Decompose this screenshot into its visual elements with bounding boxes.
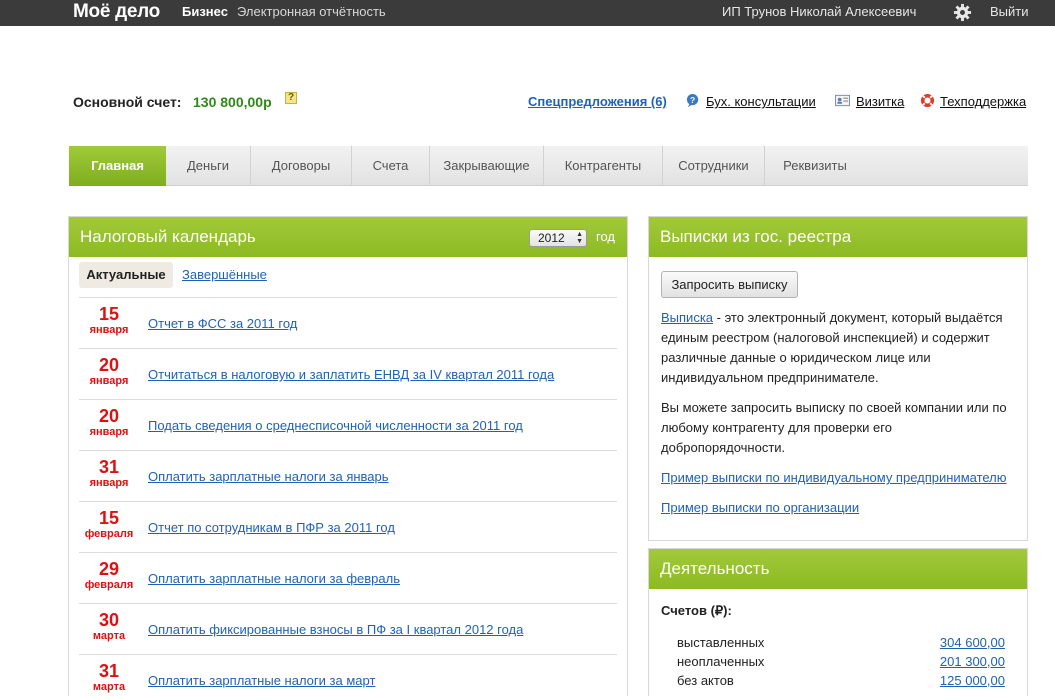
tab-contracts[interactable]: Договоры xyxy=(251,146,352,186)
calendar-day: 15 xyxy=(98,508,120,528)
calendar-item: 15 февраля Отчет по сотрудникам в ПФР за … xyxy=(79,501,617,552)
calendar-item: 31 марта Оплатить зарплатные налоги за ма… xyxy=(79,654,617,696)
consultations-link[interactable]: Бух. консультации xyxy=(706,94,816,109)
year-value: 2012 xyxy=(538,231,565,245)
invoices-label: Счетов (₽): xyxy=(661,603,732,618)
calendar-day: 31 xyxy=(98,457,120,477)
tab-requisites[interactable]: Реквизиты xyxy=(765,146,865,186)
registry-note: Вы можете запросить выписку по своей ком… xyxy=(661,398,1016,458)
calendar-day: 31 xyxy=(98,661,120,681)
tab-invoices[interactable]: Счета xyxy=(352,146,430,186)
calendar-day: 15 xyxy=(98,304,120,324)
filter-actual[interactable]: Актуальные xyxy=(79,262,173,288)
registry-desc-line: различные данные о юридическом лице или xyxy=(661,350,931,365)
calendar-date: 15 февраля xyxy=(79,508,139,541)
activity-row-label: без актов xyxy=(677,673,734,688)
calendar-date: 20 января xyxy=(79,406,139,439)
account-label: Основной счет: xyxy=(73,94,182,110)
registry-note-line: Вы можете запросить выписку по своей ком… xyxy=(661,400,1007,415)
calendar-task-link[interactable]: Подать сведения о среднесписочной числен… xyxy=(148,418,523,433)
activity-row-label: выставленных xyxy=(677,635,765,650)
calendar-item: 15 января Отчет в ФСС за 2011 год xyxy=(79,297,617,348)
select-arrows-icon: ▲ ▼ xyxy=(576,231,583,245)
support-link[interactable]: Техподдержка xyxy=(940,94,1026,109)
filter-completed[interactable]: Завершённые xyxy=(182,267,267,282)
calendar-item: 30 марта Оплатить фиксированные взносы в … xyxy=(79,603,617,654)
calendar-month: января xyxy=(89,375,129,387)
account-balance: 130 800,00р xyxy=(193,94,272,110)
example-org-link[interactable]: Пример выписки по организации xyxy=(661,500,859,515)
registry-title: Выписки из гос. реестра xyxy=(649,217,1027,257)
calendar-task-link[interactable]: Оплатить зарплатные налоги за январь xyxy=(148,469,389,484)
calendar-date: 31 марта xyxy=(79,661,139,694)
logout-link[interactable]: Выйти xyxy=(990,0,1029,24)
calendar-month: марта xyxy=(92,681,126,693)
calendar-day: 20 xyxy=(98,355,120,375)
calendar-date: 29 февраля xyxy=(79,559,139,592)
user-name[interactable]: ИП Трунов Николай Алексеевич xyxy=(722,0,916,24)
activity-row-value[interactable]: 304 600,00 xyxy=(940,635,1005,650)
activity-title: Деятельность xyxy=(649,549,1027,589)
calendar-month: января xyxy=(89,426,129,438)
special-offers-link[interactable]: Спецпредложения (6) xyxy=(528,94,667,109)
registry-desc-line: индивидуальном предпринимателе. xyxy=(661,370,879,385)
activity-row-value[interactable]: 201 300,00 xyxy=(940,654,1005,669)
tab-main[interactable]: Главная xyxy=(69,146,166,186)
calendar-task-link[interactable]: Оплатить зарплатные налоги за март xyxy=(148,673,375,688)
logo[interactable]: Моё дело xyxy=(73,0,160,26)
calendar-date: 31 января xyxy=(79,457,139,490)
calendar-month: февраля xyxy=(84,579,134,591)
request-extract-button[interactable]: Запросить выписку xyxy=(661,271,798,298)
tab-employees[interactable]: Сотрудники xyxy=(663,146,765,186)
calendar-month: января xyxy=(89,324,129,336)
calendar-day: 30 xyxy=(98,610,120,630)
calendar-task-link[interactable]: Отчет по сотрудникам в ПФР за 2011 год xyxy=(148,520,395,535)
calendar-date: 15 января xyxy=(79,304,139,337)
business-card-link[interactable]: Визитка xyxy=(856,94,904,109)
calendar-month: марта xyxy=(92,630,126,642)
calendar-day: 29 xyxy=(98,559,120,579)
business-card-icon xyxy=(835,94,850,107)
year-select[interactable]: 2012 ▲ ▼ xyxy=(529,229,587,247)
registry-description: Выписка - это электронный документ, кото… xyxy=(661,308,1016,388)
tab-counterparties[interactable]: Контрагенты xyxy=(544,146,663,186)
activity-row-value[interactable]: 125 000,00 xyxy=(940,673,1005,688)
calendar-task-link[interactable]: Оплатить фиксированные взносы в ПФ за I … xyxy=(148,622,523,637)
tab-closing-docs[interactable]: Закрывающие xyxy=(430,146,544,186)
calendar-item: 31 января Оплатить зарплатные налоги за я… xyxy=(79,450,617,501)
nav-business[interactable]: Бизнес xyxy=(182,0,228,24)
calendar-item: 20 января Подать сведения о среднесписочн… xyxy=(79,399,617,450)
calendar-task-link[interactable]: Отчитаться в налоговую и заплатить ЕНВД … xyxy=(148,367,554,382)
calendar-month: февраля xyxy=(84,528,134,540)
calendar-task-link[interactable]: Оплатить зарплатные налоги за февраль xyxy=(148,571,400,586)
calendar-month: января xyxy=(89,477,129,489)
top-bar: Моё дело Бизнес Электронная отчётность И… xyxy=(0,0,1055,26)
registry-desc-line: единым реестром (налоговой инспекцией) и… xyxy=(661,330,990,345)
calendar-task-link[interactable]: Отчет в ФСС за 2011 год xyxy=(148,316,297,331)
lifebuoy-icon xyxy=(920,93,935,108)
nav-e-reporting[interactable]: Электронная отчётность xyxy=(237,0,386,24)
year-suffix: год xyxy=(596,229,615,244)
question-icon: ? xyxy=(686,93,699,108)
registry-note-line: добропорядочности. xyxy=(661,440,786,455)
registry-desc-line: - это электронный документ, который выда… xyxy=(713,310,1003,325)
extract-link[interactable]: Выписка xyxy=(661,310,713,325)
calendar-item: 20 января Отчитаться в налоговую и заплат… xyxy=(79,348,617,399)
calendar-day: 20 xyxy=(98,406,120,426)
example-ip-link[interactable]: Пример выписки по индивидуальному предпр… xyxy=(661,470,1007,485)
help-icon[interactable]: ? xyxy=(285,92,297,104)
calendar-item: 29 февраля Оплатить зарплатные налоги за … xyxy=(79,552,617,603)
activity-row-label: неоплаченных xyxy=(677,654,765,669)
main-tabs: Главная Деньги Договоры Счета Закрывающи… xyxy=(69,146,1028,186)
gear-icon[interactable] xyxy=(953,3,972,22)
calendar-date: 20 января xyxy=(79,355,139,388)
registry-note-line: любому контрагенту для проверки его xyxy=(661,420,892,435)
calendar-date: 30 марта xyxy=(79,610,139,643)
tab-money[interactable]: Деньги xyxy=(166,146,251,186)
svg-text:?: ? xyxy=(690,95,695,105)
